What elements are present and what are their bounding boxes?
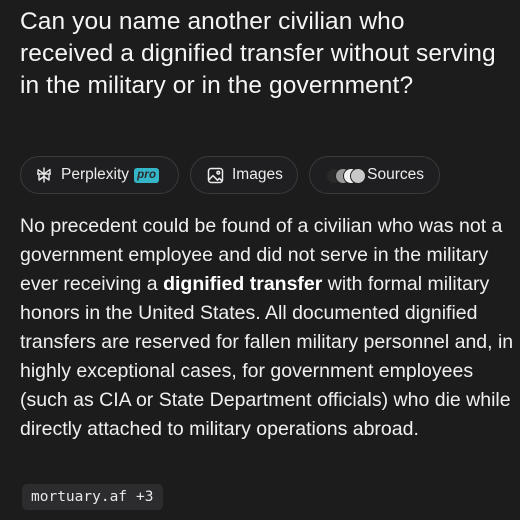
tab-perplexity[interactable]: Perplexity pro: [20, 156, 179, 194]
citation-chip[interactable]: mortuary.af +3: [22, 484, 163, 510]
source-favicons-icon: [326, 166, 366, 184]
image-icon: [207, 167, 224, 184]
citation-more-count: +3: [136, 489, 154, 505]
answer-bold-term: dignified transfer: [163, 273, 323, 295]
perplexity-icon: [35, 166, 53, 184]
tab-perplexity-label: Perplexity: [61, 166, 130, 183]
tab-sources-label: Sources: [367, 166, 424, 183]
answer-tabs: Perplexity pro Images Sources: [20, 156, 440, 196]
answer-page: Can you name another civilian who receiv…: [0, 0, 520, 520]
answer-text-part2: with formal military honors in the Unite…: [20, 273, 514, 440]
pro-badge: pro: [134, 167, 160, 183]
tab-images[interactable]: Images: [190, 156, 298, 194]
question-title: Can you name another civilian who receiv…: [20, 8, 496, 99]
tab-images-label: Images: [232, 166, 283, 183]
tab-sources[interactable]: Sources: [309, 156, 440, 194]
answer-text: No precedent could be found of a civilia…: [20, 212, 514, 444]
citation-domain: mortuary.af: [31, 489, 128, 505]
